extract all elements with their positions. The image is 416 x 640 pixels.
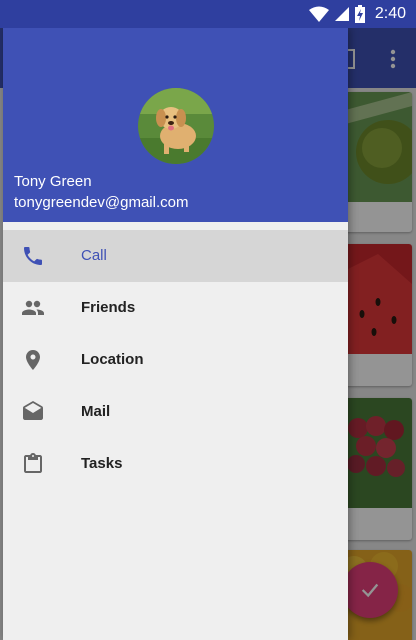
mail-icon [23, 401, 43, 420]
drawer-item-tasks[interactable]: Tasks [3, 438, 348, 490]
drawer-item-friends[interactable]: Friends [3, 282, 348, 334]
drawer-item-mail[interactable]: Mail [3, 386, 348, 438]
drawer-menu: Call Friends Location Mail Tasks [3, 230, 348, 490]
people-icon [22, 300, 44, 315]
drawer-item-label: Friends [81, 299, 136, 316]
drawer-item-label: Location [81, 351, 144, 368]
user-email: tonygreendev@gmail.com [14, 194, 189, 211]
avatar[interactable] [138, 88, 214, 164]
clipboard-icon [24, 453, 42, 473]
drawer-item-label: Tasks [81, 455, 123, 472]
status-icons: 2:40 [308, 4, 406, 24]
location-pin-icon [26, 350, 40, 370]
user-name: Tony Green [14, 173, 92, 190]
phone-icon [24, 247, 42, 265]
cellular-signal-icon [334, 7, 349, 21]
status-time: 2:40 [374, 5, 406, 22]
drawer-item-label: Mail [81, 403, 111, 420]
drawer-item-label: Call [81, 247, 107, 264]
drawer-header: Tony Green tonygreendev@gmail.com [3, 28, 348, 222]
status-bar: 2:40 [0, 0, 416, 28]
navigation-drawer: Tony Green tonygreendev@gmail.com Call F… [3, 28, 348, 640]
drawer-item-location[interactable]: Location [3, 334, 348, 386]
drawer-item-call[interactable]: Call [3, 230, 348, 282]
wifi-icon [308, 6, 329, 22]
battery-charging-icon [354, 5, 365, 23]
screen: 2:40 Tony Green tonygreendev@gmail.com C… [0, 0, 416, 640]
dog-photo-icon [138, 88, 214, 164]
